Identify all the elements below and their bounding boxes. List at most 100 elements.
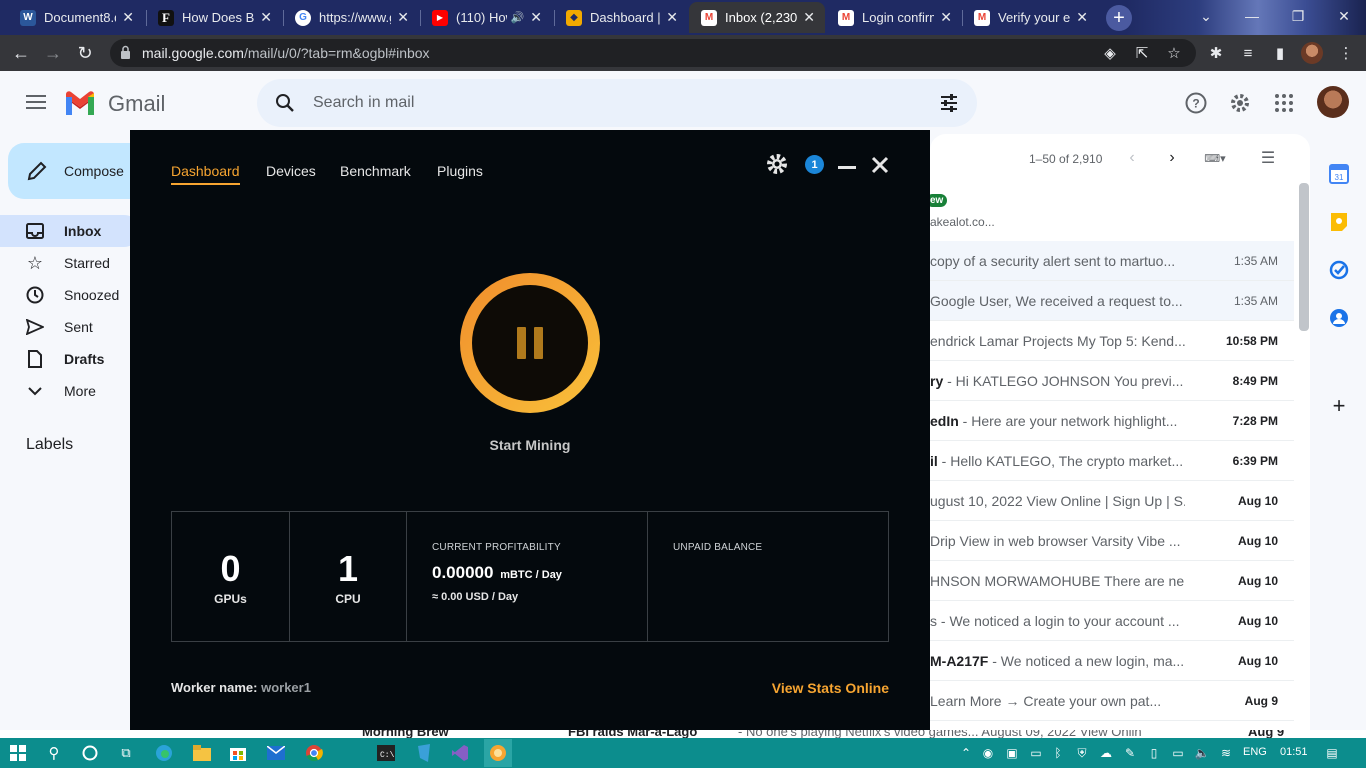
calendar-icon[interactable]: 31	[1328, 163, 1350, 185]
filter-icon[interactable]: ☰	[1258, 148, 1278, 168]
command-prompt-icon[interactable]: C:\	[376, 743, 396, 763]
add-addon-icon[interactable]: +	[1328, 393, 1350, 418]
minimize-icon[interactable]	[838, 164, 856, 172]
mail-row[interactable]: edIn - Here are your network highlight..…	[930, 401, 1294, 441]
notification-badge[interactable]: 1	[805, 155, 824, 174]
search-bar[interactable]: Search in mail	[257, 79, 977, 127]
forward-icon[interactable]: →	[40, 40, 66, 66]
browser-menu-icon[interactable]: ⋮	[1336, 43, 1356, 63]
tray-utility-icon[interactable]: ✎	[1122, 745, 1138, 761]
prev-page-icon[interactable]: ‹	[1122, 148, 1142, 168]
edge-icon[interactable]	[154, 743, 174, 763]
next-page-icon[interactable]: ›	[1162, 148, 1182, 168]
battery-icon[interactable]: ▭	[1170, 745, 1186, 761]
close-icon[interactable]	[871, 156, 889, 174]
security-shield-icon[interactable]: ⛨	[1074, 745, 1090, 761]
browser-tab[interactable]: ▶ (110) How 🔊 ✕	[420, 2, 552, 33]
chrome-icon[interactable]	[304, 743, 324, 763]
share-icon[interactable]: ⇱	[1132, 43, 1152, 63]
nav-starred[interactable]: ☆ Starred	[0, 247, 140, 279]
search-icon[interactable]	[275, 93, 295, 113]
close-tab-icon[interactable]: ✕	[260, 9, 272, 26]
clock[interactable]: 01:51	[1280, 746, 1308, 758]
new-tab-button[interactable]: +	[1106, 5, 1132, 31]
wifi-icon[interactable]: ≋	[1218, 745, 1234, 761]
search-options-icon[interactable]	[939, 93, 959, 113]
reading-list-icon[interactable]: ≡	[1238, 43, 1258, 63]
mail-row[interactable]: copy of a security alert sent to martuo.…	[930, 241, 1294, 281]
main-menu-icon[interactable]	[26, 95, 46, 109]
start-mining-button[interactable]	[460, 273, 600, 413]
nicehash-taskbar-icon[interactable]	[484, 739, 512, 767]
restore-window-icon[interactable]: ❐	[1275, 0, 1321, 32]
windows-start-icon[interactable]	[8, 743, 28, 763]
onedrive-cloud-icon[interactable]: ☁	[1098, 745, 1114, 761]
close-tab-icon[interactable]: ✕	[940, 9, 952, 26]
extensions-icon[interactable]: ✱	[1206, 43, 1226, 63]
mail-row[interactable]: s - We noticed a login to your account .…	[930, 601, 1294, 641]
visual-studio-icon[interactable]	[450, 743, 470, 763]
mail-row[interactable]: endrick Lamar Projects My Top 5: Kend...…	[930, 321, 1294, 361]
tab-plugins[interactable]: Plugins	[437, 163, 483, 179]
close-tab-icon[interactable]: ✕	[530, 9, 542, 26]
mail-row[interactable]: ugust 10, 2022 View Online | Sign Up | S…	[930, 481, 1294, 521]
mail-row[interactable]: Drip View in web browser Varsity Vibe ..…	[930, 521, 1294, 561]
mail-row[interactable]: ry - Hi KATLEGO JOHNSON You previ... 8:49…	[930, 361, 1294, 401]
pinned-app-icon[interactable]	[414, 743, 434, 763]
task-view-icon[interactable]: ⧉	[116, 743, 136, 763]
close-tab-icon[interactable]: ✕	[1076, 9, 1088, 26]
browser-tab[interactable]: M Verify your en ✕	[962, 2, 1098, 33]
browser-tab-active[interactable]: M Inbox (2,230) ✕	[689, 2, 825, 33]
mail-row[interactable]: M-A217F - We noticed a new login, ma... A…	[930, 641, 1294, 681]
back-icon[interactable]: ←	[8, 40, 34, 66]
minimize-window-icon[interactable]: —	[1229, 0, 1275, 32]
network-globe-icon[interactable]: ◉	[980, 745, 996, 761]
reload-icon[interactable]: ↻	[72, 40, 98, 66]
address-bar[interactable]: mail.google.com/mail/u/0/?tab=rm&ogbl#in…	[110, 39, 1196, 67]
browser-tab[interactable]: M Login confirm ✕	[826, 2, 962, 33]
tab-search-icon[interactable]: ⌄	[1183, 0, 1229, 32]
close-window-icon[interactable]: ✕	[1321, 0, 1366, 32]
scrollbar[interactable]	[1299, 183, 1309, 331]
eye-off-icon[interactable]: ◈	[1100, 43, 1120, 63]
side-panel-icon[interactable]: ▮	[1270, 43, 1290, 63]
apps-grid-icon[interactable]	[1272, 91, 1296, 115]
mail-row[interactable]: HNSON MORWAMOHUBE There are ne... Aug 10	[930, 561, 1294, 601]
browser-tab[interactable]: G https://www.g ✕	[283, 2, 419, 33]
tab-dashboard[interactable]: Dashboard	[171, 163, 240, 185]
partially-hidden-mail-row[interactable]: Morning Brew FBI raids Mar-a-Lago - No o…	[258, 730, 1298, 738]
browser-tab[interactable]: ◆ Dashboard | N ✕	[554, 2, 688, 33]
language-indicator[interactable]: ENG	[1243, 746, 1267, 758]
close-tab-icon[interactable]: ✕	[397, 9, 409, 26]
settings-gear-icon[interactable]	[766, 153, 788, 175]
tasks-icon[interactable]	[1328, 259, 1350, 281]
nav-drafts[interactable]: Drafts	[0, 343, 140, 375]
notifications-icon[interactable]: ▤	[1324, 745, 1340, 761]
mail-row[interactable]: Google User, We received a request to...…	[930, 281, 1294, 321]
account-avatar[interactable]	[1317, 86, 1349, 118]
nav-more[interactable]: More	[0, 375, 140, 407]
contacts-icon[interactable]	[1328, 307, 1350, 329]
show-hidden-icons-icon[interactable]: ⌃	[958, 745, 974, 761]
cortana-icon[interactable]	[80, 743, 100, 763]
mail-row[interactable]: il - Hello KATLEGO, The crypto market...…	[930, 441, 1294, 481]
help-icon[interactable]: ?	[1184, 91, 1208, 115]
nav-sent[interactable]: Sent	[0, 311, 140, 343]
store-icon[interactable]	[228, 743, 248, 763]
keep-icon[interactable]	[1328, 211, 1350, 233]
nav-inbox[interactable]: Inbox	[0, 215, 140, 247]
tab-benchmark[interactable]: Benchmark	[340, 163, 411, 179]
settings-gear-icon[interactable]	[1228, 91, 1252, 115]
nav-snoozed[interactable]: Snoozed	[0, 279, 140, 311]
search-input[interactable]: Search in mail	[313, 94, 414, 112]
close-tab-icon[interactable]: ✕	[122, 9, 134, 26]
volume-icon[interactable]: 🔈	[1194, 745, 1210, 761]
audio-playing-icon[interactable]: 🔊	[511, 11, 525, 24]
mail-app-icon[interactable]	[266, 743, 286, 763]
input-tools-icon[interactable]: ⌨▾	[1200, 148, 1230, 168]
mail-row[interactable]: Learn More → Create your own pat... Aug 9	[930, 681, 1294, 721]
browser-tab[interactable]: W Document8.d ✕	[8, 2, 144, 33]
view-stats-online-link[interactable]: View Stats Online	[772, 680, 889, 696]
close-tab-icon[interactable]: ✕	[666, 9, 678, 26]
tray-app-icon[interactable]: ▣	[1004, 745, 1020, 761]
